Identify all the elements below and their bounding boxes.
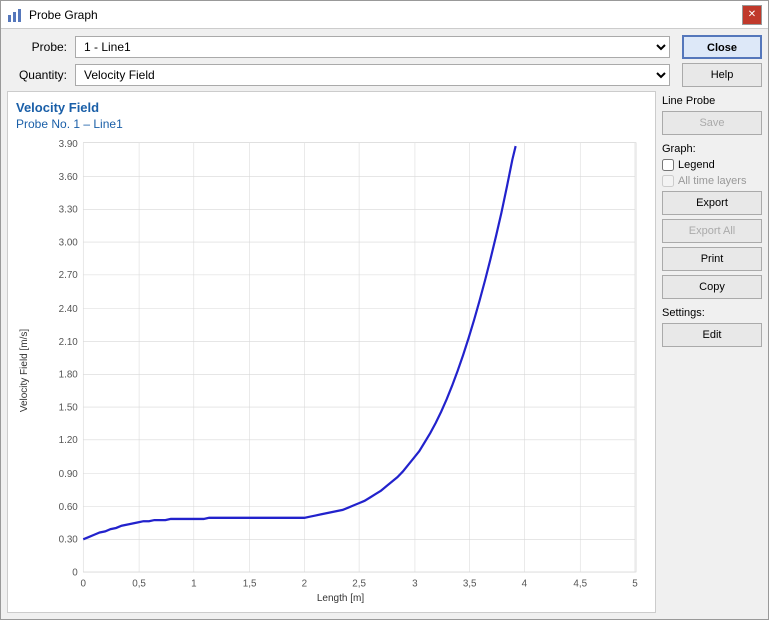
svg-text:0: 0	[72, 567, 78, 578]
probe-row: Probe: 1 - Line1 Close	[7, 35, 762, 59]
svg-text:0,5: 0,5	[132, 579, 146, 589]
svg-text:1: 1	[191, 579, 197, 589]
svg-text:3,5: 3,5	[463, 579, 477, 589]
svg-text:0.30: 0.30	[59, 535, 79, 546]
svg-text:1.80: 1.80	[59, 370, 79, 381]
window-close-button[interactable]: ✕	[742, 5, 762, 25]
svg-text:2.10: 2.10	[59, 337, 79, 348]
all-time-layers-row: All time layers	[662, 175, 762, 187]
legend-label: Legend	[678, 159, 715, 171]
svg-text:1.20: 1.20	[59, 435, 79, 446]
chart-panel: Velocity Field Probe No. 1 – Line1 Veloc…	[7, 91, 656, 613]
svg-text:3.60: 3.60	[59, 172, 79, 183]
chart-area: Velocity Field [m/s]	[16, 137, 647, 604]
svg-text:2: 2	[302, 579, 308, 589]
edit-button[interactable]: Edit	[662, 323, 762, 347]
help-button[interactable]: Help	[682, 63, 762, 87]
y-axis-label: Velocity Field [m/s]	[20, 329, 31, 412]
svg-text:0: 0	[81, 579, 87, 589]
svg-text:3.90: 3.90	[59, 139, 79, 150]
chart-title: Velocity Field	[16, 100, 647, 115]
save-button[interactable]: Save	[662, 111, 762, 135]
svg-text:2,5: 2,5	[352, 579, 366, 589]
main-area: Velocity Field Probe No. 1 – Line1 Veloc…	[7, 91, 762, 613]
chart-svg: 0 0.30 0.60 0.90 1.20 1.50 1.80 2.10 2.4…	[34, 137, 647, 589]
x-axis-label: Length [m]	[34, 593, 647, 604]
y-label-container: Velocity Field [m/s]	[16, 137, 34, 604]
close-button[interactable]: Close	[682, 35, 762, 59]
copy-button[interactable]: Copy	[662, 275, 762, 299]
svg-text:1,5: 1,5	[243, 579, 257, 589]
export-button[interactable]: Export	[662, 191, 762, 215]
svg-text:4,5: 4,5	[573, 579, 587, 589]
svg-text:5: 5	[632, 579, 638, 589]
export-all-button[interactable]: Export All	[662, 219, 762, 243]
all-time-layers-label: All time layers	[678, 175, 746, 187]
print-button[interactable]: Print	[662, 247, 762, 271]
title-bar: Probe Graph ✕	[1, 1, 768, 29]
right-panel: Line Probe Save Graph: Legend All time l…	[662, 91, 762, 613]
svg-text:2.70: 2.70	[59, 270, 79, 281]
title-bar-left: Probe Graph	[7, 7, 98, 23]
svg-text:0.90: 0.90	[59, 469, 79, 480]
svg-text:2.40: 2.40	[59, 304, 79, 315]
svg-text:0.60: 0.60	[59, 502, 79, 513]
quantity-select[interactable]: Velocity Field	[75, 64, 670, 86]
legend-checkbox[interactable]	[662, 159, 674, 171]
chart-inner: 0 0.30 0.60 0.90 1.20 1.50 1.80 2.10 2.4…	[34, 137, 647, 604]
svg-text:1.50: 1.50	[59, 402, 79, 413]
chart-svg-container: 0 0.30 0.60 0.90 1.20 1.50 1.80 2.10 2.4…	[34, 137, 647, 589]
chart-subtitle: Probe No. 1 – Line1	[16, 117, 647, 131]
chart-icon	[7, 7, 23, 23]
quantity-row: Quantity: Velocity Field Help	[7, 63, 762, 87]
svg-text:3: 3	[412, 579, 418, 589]
probe-label: Probe:	[7, 40, 67, 54]
line-probe-label: Line Probe	[662, 95, 762, 107]
svg-text:3.30: 3.30	[59, 205, 79, 216]
svg-text:3.00: 3.00	[59, 237, 79, 248]
settings-label: Settings:	[662, 307, 762, 319]
quantity-label: Quantity:	[7, 68, 67, 82]
graph-label: Graph:	[662, 143, 762, 155]
window-title: Probe Graph	[29, 8, 98, 22]
probe-graph-window: Probe Graph ✕ Probe: 1 - Line1 Close Qua…	[0, 0, 769, 620]
legend-row: Legend	[662, 159, 762, 171]
probe-select[interactable]: 1 - Line1	[75, 36, 670, 58]
all-time-layers-checkbox[interactable]	[662, 175, 674, 187]
svg-text:4: 4	[522, 579, 528, 589]
main-content: Probe: 1 - Line1 Close Quantity: Velocit…	[1, 29, 768, 619]
